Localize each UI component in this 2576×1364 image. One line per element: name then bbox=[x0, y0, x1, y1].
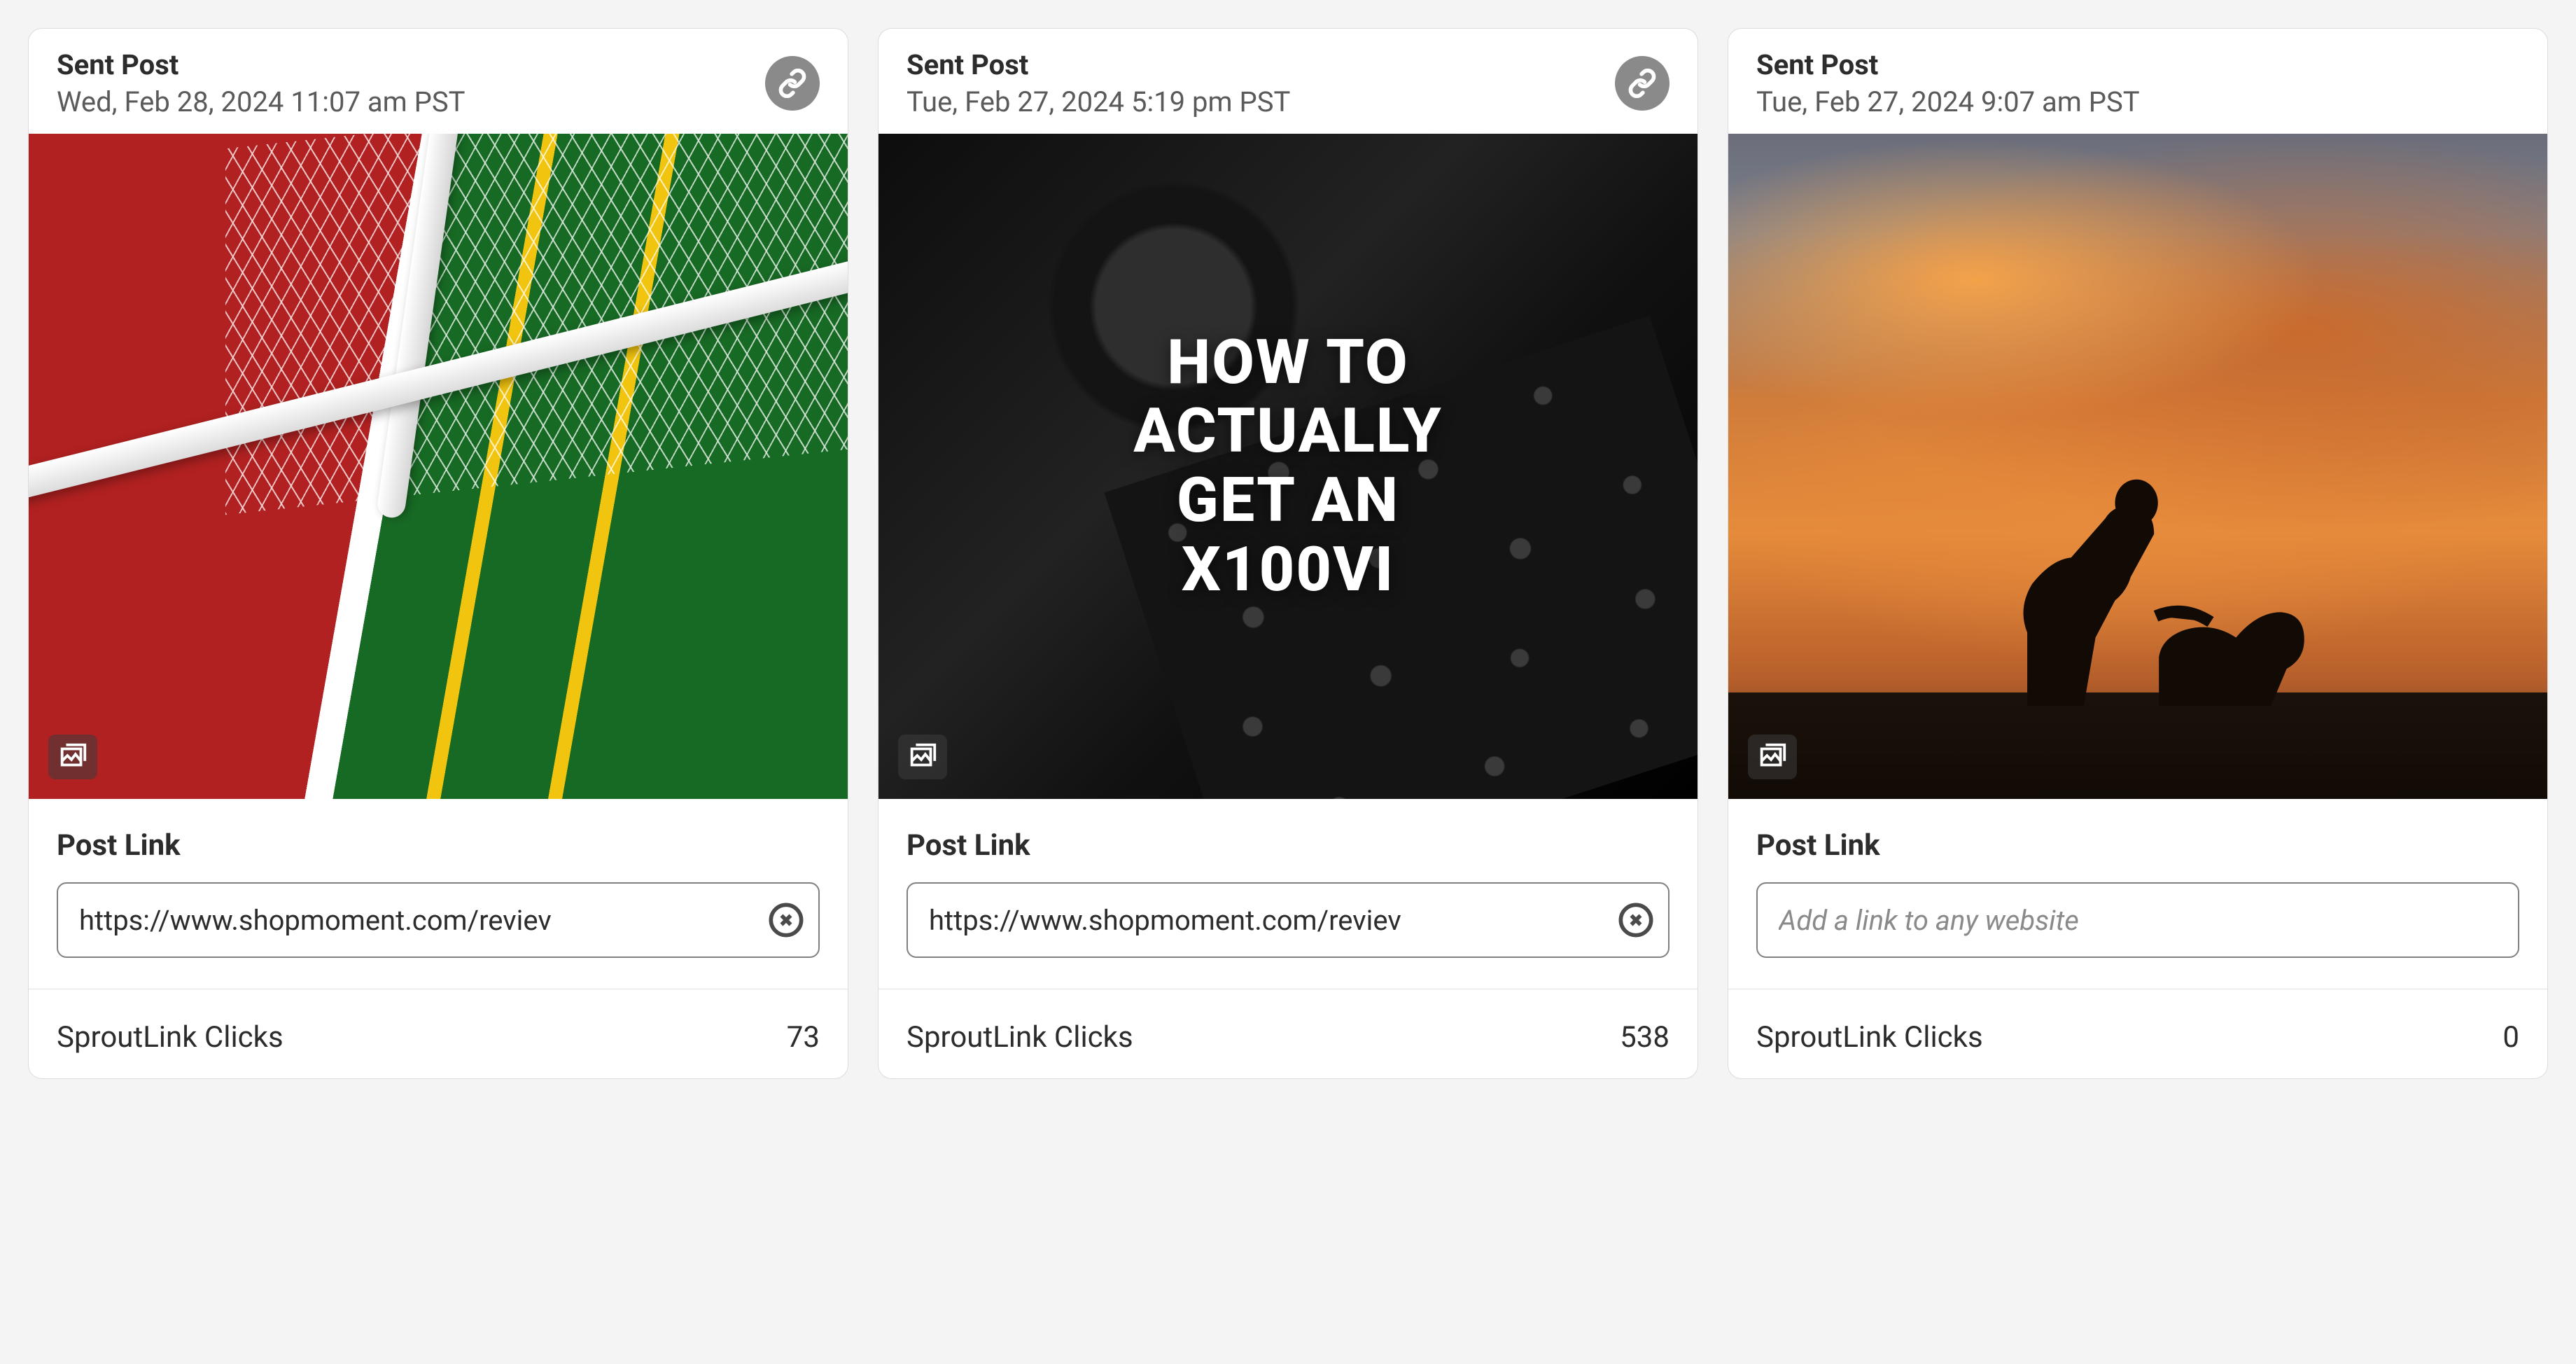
post-link-input[interactable] bbox=[1756, 882, 2519, 958]
post-link-label: Post Link bbox=[906, 828, 1670, 863]
card-header: Sent Post Wed, Feb 28, 2024 11:07 am PST bbox=[29, 29, 848, 134]
card-header: Sent Post Tue, Feb 27, 2024 9:07 am PST bbox=[1728, 29, 2547, 134]
link-input-wrapper bbox=[906, 882, 1670, 958]
post-status: Sent Post bbox=[57, 48, 465, 81]
close-circle-icon bbox=[1618, 902, 1654, 938]
post-thumbnail[interactable] bbox=[1728, 134, 2547, 799]
gallery-indicator bbox=[898, 735, 947, 779]
gallery-icon bbox=[906, 741, 939, 773]
metric-row: SproutLink Clicks 538 bbox=[878, 996, 1698, 1078]
post-card: Sent Post Wed, Feb 28, 2024 11:07 am PST bbox=[28, 28, 848, 1079]
clear-link-button[interactable] bbox=[768, 902, 804, 938]
metric-label: SproutLink Clicks bbox=[57, 1020, 284, 1055]
metric-row: SproutLink Clicks 73 bbox=[29, 996, 848, 1078]
gallery-indicator bbox=[48, 735, 97, 779]
post-link-input[interactable] bbox=[906, 882, 1670, 958]
metric-label: SproutLink Clicks bbox=[906, 1020, 1133, 1055]
thumbnail-overlay-text: HOW TO ACTUALLY GET AN X100VI bbox=[878, 134, 1698, 799]
link-input-wrapper bbox=[57, 882, 820, 958]
post-link-label: Post Link bbox=[57, 828, 820, 863]
link-icon bbox=[1628, 69, 1657, 98]
post-card: Sent Post Tue, Feb 27, 2024 5:19 pm PST … bbox=[878, 28, 1698, 1079]
post-link-label: Post Link bbox=[1756, 828, 2519, 863]
card-body: Post Link bbox=[29, 799, 848, 996]
link-input-wrapper bbox=[1756, 882, 2519, 958]
header-text: Sent Post Tue, Feb 27, 2024 5:19 pm PST bbox=[906, 48, 1290, 118]
gallery-icon bbox=[57, 741, 89, 773]
post-thumbnail[interactable]: HOW TO ACTUALLY GET AN X100VI bbox=[878, 134, 1698, 799]
link-icon bbox=[778, 69, 807, 98]
post-timestamp: Tue, Feb 27, 2024 5:19 pm PST bbox=[906, 85, 1290, 118]
metric-value: 73 bbox=[787, 1020, 820, 1055]
thumbnail-art bbox=[1941, 413, 2367, 706]
metric-row: SproutLink Clicks 0 bbox=[1728, 996, 2547, 1078]
card-body: Post Link bbox=[878, 799, 1698, 996]
post-cards-row: Sent Post Wed, Feb 28, 2024 11:07 am PST bbox=[28, 28, 2548, 1079]
post-status: Sent Post bbox=[906, 48, 1290, 81]
header-text: Sent Post Tue, Feb 27, 2024 9:07 am PST bbox=[1756, 48, 2140, 118]
post-timestamp: Tue, Feb 27, 2024 9:07 am PST bbox=[1756, 85, 2140, 118]
post-card: Sent Post Tue, Feb 27, 2024 9:07 am PST bbox=[1728, 28, 2548, 1079]
open-link-button[interactable] bbox=[765, 56, 820, 111]
post-status: Sent Post bbox=[1756, 48, 2140, 81]
gallery-icon bbox=[1756, 741, 1788, 773]
metric-value: 538 bbox=[1620, 1020, 1670, 1055]
post-link-input[interactable] bbox=[57, 882, 820, 958]
close-circle-icon bbox=[768, 902, 804, 938]
card-header: Sent Post Tue, Feb 27, 2024 5:19 pm PST bbox=[878, 29, 1698, 134]
gallery-indicator bbox=[1748, 735, 1797, 779]
header-text: Sent Post Wed, Feb 28, 2024 11:07 am PST bbox=[57, 48, 465, 118]
post-thumbnail[interactable] bbox=[29, 134, 848, 799]
clear-link-button[interactable] bbox=[1618, 902, 1654, 938]
metric-value: 0 bbox=[2502, 1020, 2519, 1055]
open-link-button[interactable] bbox=[1615, 56, 1670, 111]
thumbnail-art bbox=[1728, 693, 2547, 799]
metric-label: SproutLink Clicks bbox=[1756, 1020, 1983, 1055]
post-timestamp: Wed, Feb 28, 2024 11:07 am PST bbox=[57, 85, 465, 118]
card-body: Post Link bbox=[1728, 799, 2547, 996]
thumbnail-art bbox=[225, 134, 848, 514]
